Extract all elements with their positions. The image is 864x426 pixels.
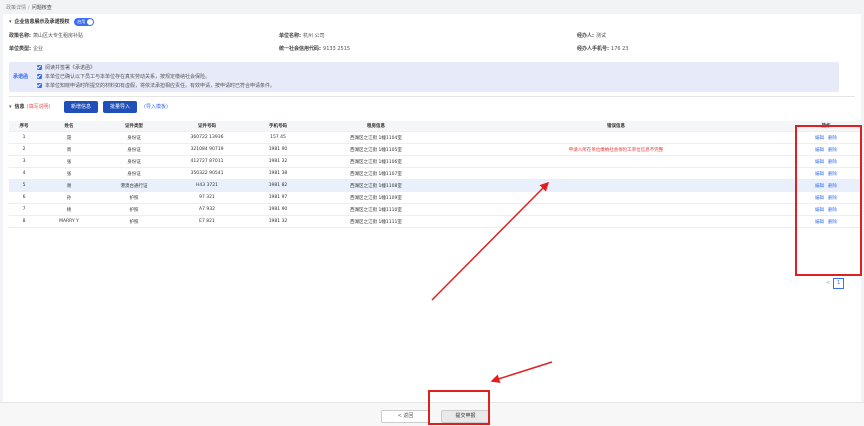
submit-highlight-box bbox=[428, 390, 490, 425]
back-button[interactable]: < 返回 bbox=[381, 410, 430, 423]
annotation-arrows bbox=[431, 181, 553, 384]
page-root: 政策详情 / 问题核查 ▾ 企业信息展示及承诺授权 启用 政策名称: 萧山区大专生租房补… bbox=[0, 0, 864, 426]
annotation-arrow-down bbox=[490, 361, 553, 384]
annotation-arrow-up bbox=[431, 181, 550, 301]
